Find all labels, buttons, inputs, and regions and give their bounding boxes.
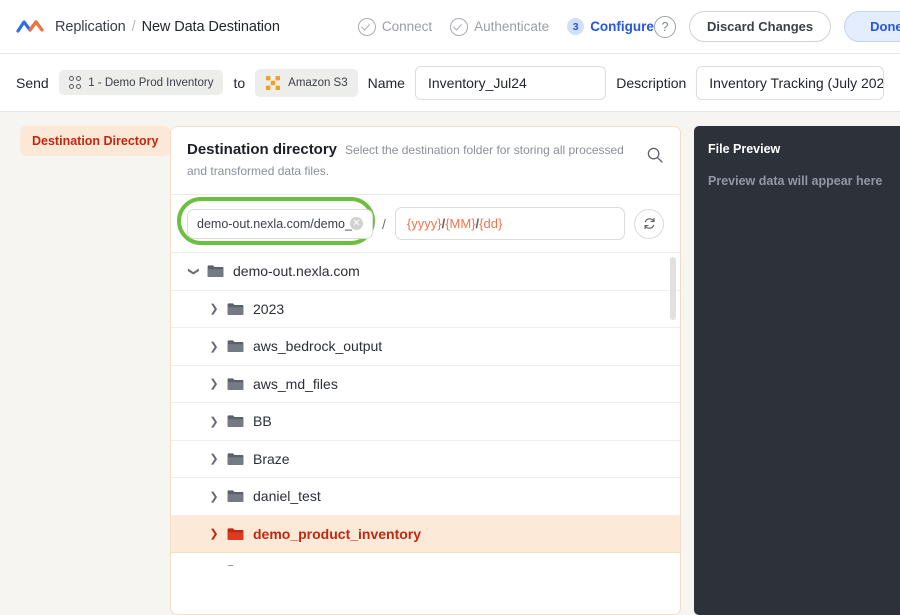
destination-path-input[interactable]: demo-out.nexla.com/demo_pro ✕ (187, 208, 373, 239)
page-title: Destination directory (187, 141, 338, 158)
breadcrumb-current: New Data Destination (141, 18, 280, 35)
refresh-button[interactable] (634, 208, 664, 239)
chevron-right-icon[interactable]: ❯ (207, 340, 221, 353)
chevron-right-icon[interactable]: ❯ (207, 452, 221, 465)
step-number-badge: 3 (567, 18, 585, 35)
search-icon[interactable] (646, 146, 664, 164)
source-chip-label: 1 - Demo Prod Inventory (88, 76, 214, 89)
tree-row-label: daniel_test (253, 488, 321, 505)
card-header: Destination directory Select the destinat… (171, 127, 680, 195)
path-separator: / (382, 215, 386, 232)
tree-row[interactable]: ❯ daniel_test (171, 478, 680, 516)
file-preview-panel: File Preview Preview data will appear he… (694, 126, 900, 615)
destination-chip-label: Amazon S3 (288, 76, 348, 89)
name-label: Name (367, 74, 405, 91)
chevron-right-icon[interactable]: ❯ (207, 565, 221, 567)
pattern-token-year: {yyyy} (406, 216, 442, 231)
chevron-right-icon[interactable]: ❯ (207, 302, 221, 315)
step-configure[interactable]: 3 Configure (567, 18, 654, 35)
destination-path-value: demo-out.nexla.com/demo_pro (197, 216, 352, 231)
check-circle-icon (450, 17, 469, 36)
header-actions: ? Discard Changes Done (653, 11, 900, 42)
done-button[interactable]: Done (844, 11, 900, 42)
tree-row-label: demo_product_inventory (253, 525, 422, 542)
folder-icon (227, 565, 234, 566)
date-pattern-input[interactable]: {yyyy}/{MM}/{dd} (394, 207, 625, 240)
tree-row-label: aws_md_files (253, 375, 338, 392)
folder-icon (227, 453, 244, 465)
folder-icon (227, 378, 244, 390)
tree-row-label: Braze (253, 450, 290, 467)
tree-row-selected[interactable]: ❯ demo_product_inventory (171, 515, 680, 553)
grid-dots-icon (68, 76, 82, 89)
tree-row[interactable]: ❯ BB (171, 403, 680, 441)
step-authenticate[interactable]: Authenticate (450, 17, 550, 36)
tree-row[interactable]: ❯ aws_bedrock_output (171, 328, 680, 366)
name-input[interactable]: Inventory_Jul24 (414, 65, 607, 100)
description-label: Description (616, 74, 687, 91)
tree-row-label: Dummy Data (253, 563, 335, 566)
folder-icon (227, 415, 244, 428)
tree-row-label: BB (253, 413, 272, 430)
tree-row[interactable]: ❯ 2023 (171, 291, 680, 328)
step-authenticate-label: Authenticate (474, 19, 550, 34)
tree-scrollbar-thumb[interactable] (670, 257, 676, 320)
folder-icon (207, 265, 224, 278)
breadcrumb-root[interactable]: Replication (55, 19, 126, 35)
clear-x-icon[interactable]: ✕ (350, 217, 363, 230)
step-configure-label: Configure (590, 19, 654, 34)
refresh-icon (644, 217, 655, 230)
destination-chip[interactable]: Amazon S3 (255, 68, 358, 97)
chevron-right-icon[interactable]: ❯ (207, 415, 221, 428)
chevron-down-icon[interactable]: ❯ (188, 264, 201, 278)
description-input[interactable]: Inventory Tracking (July 2024) (696, 65, 884, 100)
path-row: demo-out.nexla.com/demo_pro ✕ / {yyyy}/{… (171, 195, 680, 253)
discard-changes-button[interactable]: Discard Changes (688, 11, 832, 42)
pattern-token-month: {MM} (445, 216, 476, 231)
check-circle-icon (357, 17, 376, 36)
tree-scrollbar[interactable] (670, 257, 676, 562)
destination-directory-card: Destination directory Select the destinat… (170, 126, 681, 615)
tree-row[interactable]: ❯ aws_md_files (171, 366, 680, 403)
page-content: Destination Directory Destination direct… (0, 112, 900, 615)
file-preview-empty-text: Preview data will appear here (708, 174, 883, 188)
help-icon[interactable]: ? (653, 15, 676, 38)
to-label: to (233, 74, 246, 91)
nexla-wave-logo-icon (16, 19, 44, 33)
send-label: Send (16, 74, 49, 91)
folder-icon (227, 528, 244, 540)
tree-row[interactable]: ❯ demo-out.nexla.com (171, 253, 680, 291)
tree-row-label: 2023 (253, 300, 285, 317)
folder-tree: ❯ demo-out.nexla.com ❯ 2023 ❯ aws_bedroc… (171, 253, 680, 566)
tree-row-label: aws_bedrock_output (253, 338, 383, 355)
file-preview-title: File Preview (708, 142, 781, 156)
tree-row[interactable]: ❯ Dummy Data (171, 553, 680, 566)
chevron-right-icon[interactable]: ❯ (207, 527, 221, 540)
breadcrumb-separator: / (131, 18, 136, 35)
chevron-right-icon[interactable]: ❯ (207, 377, 221, 390)
sidebar-item-destination-directory[interactable]: Destination Directory (20, 126, 171, 156)
pattern-token-day: {dd} (479, 216, 503, 231)
flow-config-bar: Send 1 - Demo Prod Inventory to Amazon S… (0, 54, 900, 112)
source-chip[interactable]: 1 - Demo Prod Inventory (58, 70, 224, 95)
app-header: Replication / New Data Destination Conne… (0, 0, 900, 54)
tree-row[interactable]: ❯ Braze (171, 441, 680, 478)
amazon-s3-icon (266, 75, 281, 90)
tree-row-label: demo-out.nexla.com (233, 263, 360, 280)
step-connect-label: Connect (381, 19, 433, 34)
breadcrumb: Replication / New Data Destination (55, 19, 280, 35)
folder-icon (227, 340, 244, 353)
folder-icon (227, 303, 244, 315)
step-connect[interactable]: Connect (357, 17, 433, 36)
step-indicator: Connect Authenticate 3 Configure (357, 17, 654, 36)
card-header-text: Destination directory Select the destinat… (187, 140, 646, 182)
folder-icon (227, 490, 244, 503)
chevron-right-icon[interactable]: ❯ (207, 490, 221, 503)
config-sidebar: Destination Directory (0, 126, 171, 615)
